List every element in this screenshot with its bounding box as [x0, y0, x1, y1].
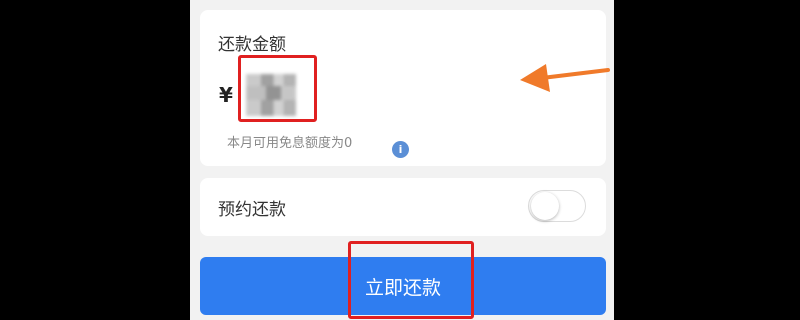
amount-highlight-box [238, 55, 317, 122]
scheduled-repay-label: 预约还款 [218, 200, 286, 220]
repay-amount-title: 还款金额 [218, 35, 286, 55]
interest-free-note: 本月可用免息额度为0 [227, 136, 353, 151]
phone-screen: 还款金额 ¥ 本月可用免息额度为0 i 预约还款 立即还款 [190, 0, 614, 320]
info-icon[interactable]: i [392, 141, 409, 158]
currency-symbol: ¥ [219, 83, 233, 107]
scheduled-repay-row: 预约还款 [200, 178, 606, 236]
button-highlight-box [348, 241, 474, 319]
scheduled-repay-toggle[interactable] [528, 190, 586, 222]
toggle-knob [531, 192, 559, 220]
annotation-arrow-icon [520, 64, 610, 92]
